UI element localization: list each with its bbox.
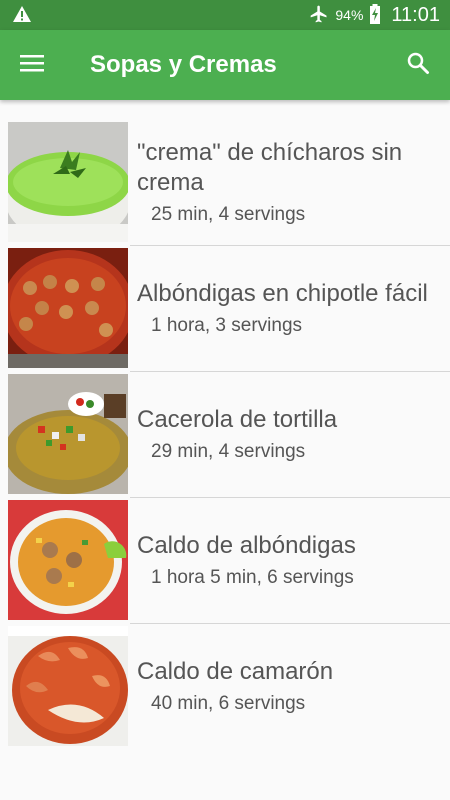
recipe-meta: 1 hora, 3 servings [151, 315, 303, 336]
recipe-name: Albóndigas en chipotle fácil [137, 280, 428, 307]
recipe-meta: 25 min, 4 servings [151, 204, 306, 225]
recipe-info: Cacerola de tortilla 29 min, 4 servings [137, 372, 446, 496]
airplane-mode-icon [309, 4, 329, 27]
search-icon [406, 51, 430, 80]
recipe-thumbnail-shrimp-broth [8, 626, 128, 746]
hamburger-menu-icon [20, 53, 44, 78]
recipe-list: "crema" de chícharos sin crema 25 min, 4… [0, 120, 450, 750]
recipe-row[interactable]: Albóndigas en chipotle fácil 1 hora, 3 s… [0, 246, 450, 372]
recipe-meta: 40 min, 6 servings [151, 693, 306, 714]
recipe-info: Albóndigas en chipotle fácil 1 hora, 3 s… [137, 246, 446, 370]
recipe-meta: 1 hora 5 min, 6 servings [151, 567, 354, 588]
recipe-row[interactable]: Caldo de camarón 40 min, 6 servings [0, 624, 450, 750]
recipe-name: Caldo de camarón [137, 658, 334, 685]
recipe-row[interactable]: Caldo de albóndigas 1 hora 5 min, 6 serv… [0, 498, 450, 624]
recipe-info: Caldo de camarón 40 min, 6 servings [137, 624, 446, 748]
battery-percent: 94% [335, 7, 364, 23]
menu-button[interactable] [14, 47, 50, 83]
warning-icon [12, 5, 32, 28]
recipe-info: Caldo de albóndigas 1 hora 5 min, 6 serv… [137, 498, 446, 622]
status-bar: 94% 11:01 [0, 0, 450, 30]
recipe-thumbnail-pea-soup [8, 122, 128, 242]
recipe-name: "crema" de chícharos sin crema [137, 139, 403, 196]
app-title: Sopas y Cremas [90, 51, 277, 78]
recipe-info: "crema" de chícharos sin crema 25 min, 4… [137, 120, 446, 244]
recipe-meta: 29 min, 4 servings [151, 441, 306, 462]
recipe-name: Cacerola de tortilla [137, 406, 338, 433]
recipe-row[interactable]: Cacerola de tortilla 29 min, 4 servings [0, 372, 450, 498]
recipe-row[interactable]: "crema" de chícharos sin crema 25 min, 4… [0, 120, 450, 246]
recipe-name: Caldo de albóndigas [137, 532, 356, 559]
clock: 11:01 [391, 3, 440, 26]
search-button[interactable] [400, 47, 436, 83]
recipe-thumbnail-tortilla-casserole [8, 374, 128, 494]
recipe-thumbnail-meatballs-chipotle [8, 248, 128, 368]
app-bar: Sopas y Cremas [0, 30, 450, 100]
battery-charging-icon [369, 3, 381, 27]
recipe-thumbnail-meatball-broth [8, 500, 128, 620]
